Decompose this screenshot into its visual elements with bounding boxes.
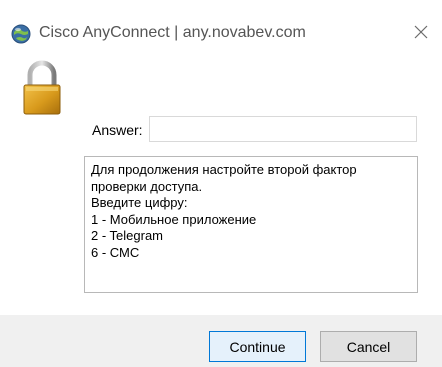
- message-line: 6 - СМС: [91, 244, 140, 260]
- answer-input[interactable]: [149, 116, 417, 142]
- cisco-anyconnect-globe-icon: [11, 24, 31, 44]
- message-line: проверки доступа.: [91, 178, 203, 194]
- message-line: Введите цифру:: [91, 195, 188, 210]
- cancel-button[interactable]: Cancel: [320, 331, 417, 362]
- anyconnect-dialog: Cisco AnyConnect | any.novabev.com Answe…: [0, 0, 442, 367]
- message-line: 2 - Telegram: [91, 228, 164, 243]
- continue-button[interactable]: Continue: [209, 331, 306, 362]
- answer-label: Answer:: [92, 122, 143, 138]
- title-bar[interactable]: Cisco AnyConnect | any.novabev.com: [0, 0, 442, 52]
- message-line: 1 - Мобильное приложение: [91, 211, 257, 227]
- message-box[interactable]: Для продолжения настройте второй фактор …: [84, 156, 418, 293]
- button-bar: Continue Cancel: [0, 315, 442, 367]
- window-title: Cisco AnyConnect | any.novabev.com: [39, 24, 306, 41]
- close-button[interactable]: [406, 18, 436, 46]
- close-icon: [414, 25, 428, 39]
- message-line: Для продолжения настройте второй фактор: [91, 162, 357, 177]
- lock-icon: [22, 60, 62, 116]
